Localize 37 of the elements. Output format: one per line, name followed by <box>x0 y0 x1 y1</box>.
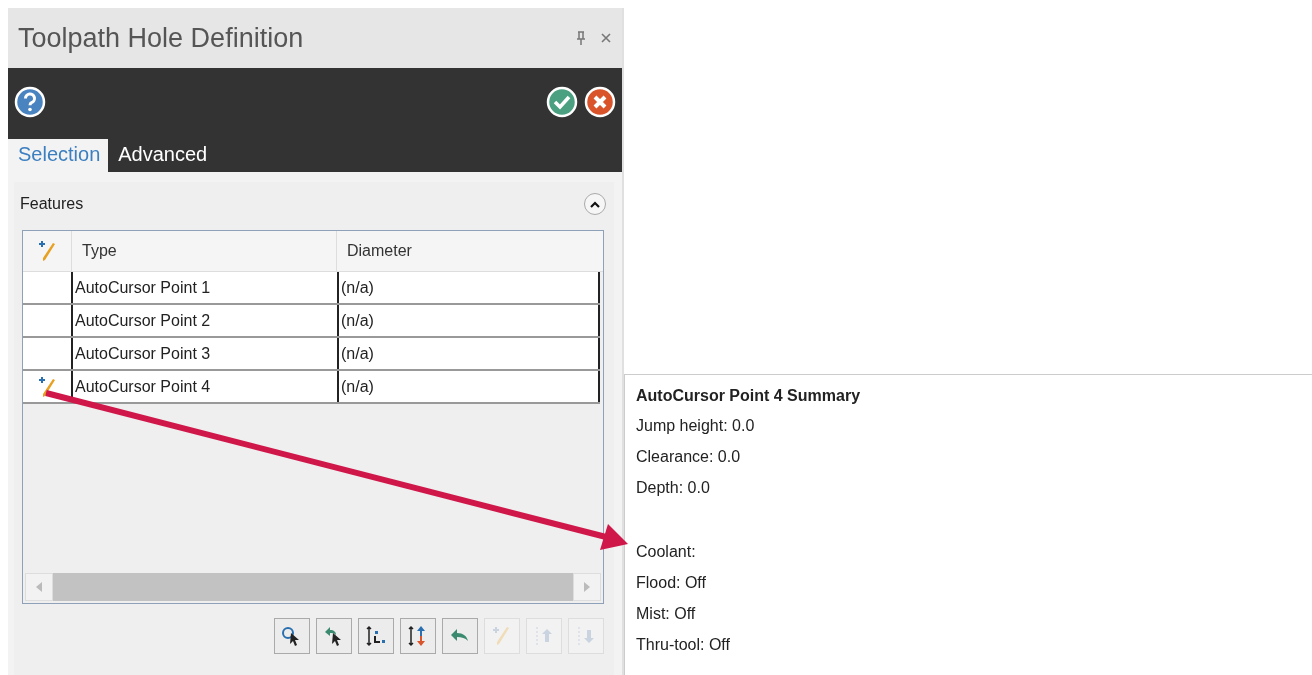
undo-tool-button[interactable] <box>442 618 478 654</box>
order-icon <box>364 624 388 648</box>
pin-icon[interactable] <box>576 31 586 45</box>
select-tool-button[interactable] <box>274 618 310 654</box>
tooltip-line: Clearance: 0.0 <box>636 448 741 465</box>
table-cell: AutoCursor Point 2 <box>73 305 339 336</box>
table-cell: AutoCursor Point 4 <box>73 371 339 402</box>
table-cell: AutoCursor Point 3 <box>73 338 339 369</box>
collapse-button[interactable] <box>584 193 606 215</box>
table-cell: (n/a) <box>339 305 600 336</box>
order-tool-button[interactable] <box>358 618 394 654</box>
tooltip-line: Coolant: <box>636 543 696 560</box>
ok-icon[interactable] <box>546 86 578 118</box>
tooltip-line: Flood: Off <box>636 574 706 591</box>
tab[interactable]: Selection <box>8 139 109 172</box>
table-cell: (n/a) <box>339 338 600 369</box>
edit-pencil-icon <box>36 375 58 398</box>
tooltip-line: Mist: Off <box>636 605 696 622</box>
cancel-icon[interactable] <box>584 86 616 118</box>
column-header[interactable]: Type <box>72 231 337 271</box>
column-header[interactable]: Diameter <box>337 231 603 271</box>
table-cell: AutoCursor Point 1 <box>73 272 339 303</box>
help-icon[interactable] <box>14 86 46 118</box>
reverse-tool-button[interactable] <box>400 618 436 654</box>
tab[interactable]: Advanced <box>108 139 216 172</box>
table-cell: (n/a) <box>339 272 600 303</box>
deselect-tool-button[interactable] <box>316 618 352 654</box>
window-title: Toolpath Hole Definition <box>18 22 305 54</box>
close-icon[interactable] <box>600 32 612 44</box>
add-edit-icon <box>36 240 58 262</box>
chevron-up-icon <box>589 200 601 208</box>
tooltip-title: AutoCursor Point 4 Summary <box>636 387 862 405</box>
group-title: Features <box>20 195 85 213</box>
tooltip-line: Jump height: 0.0 <box>636 417 755 434</box>
tooltip-line: Depth: 0.0 <box>636 479 710 496</box>
tooltip-line: Thru-tool: Off <box>636 636 730 653</box>
table-cell: (n/a) <box>339 371 600 402</box>
